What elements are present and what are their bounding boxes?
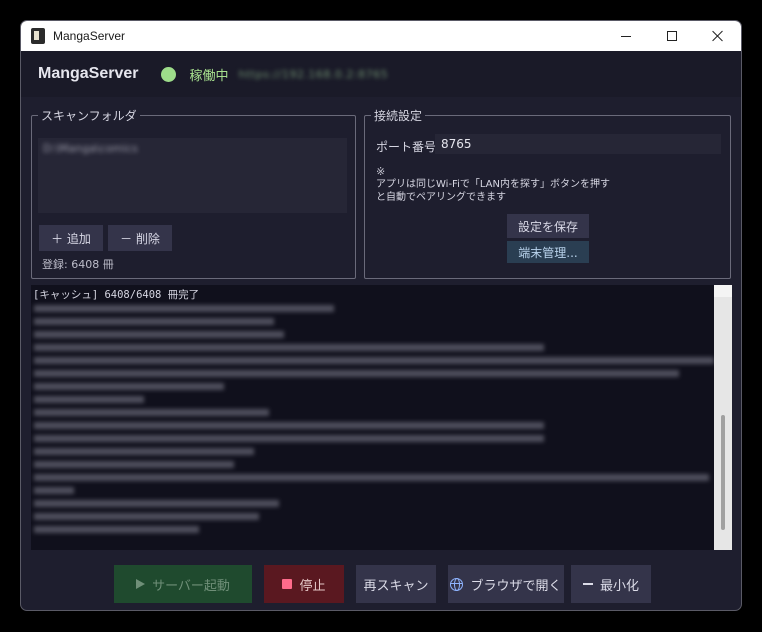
scan-folder-group: スキャンフォルダ D:\Manga\comics ＋ 追加 － 削除 登録: 6… <box>31 107 356 279</box>
stop-label: 停止 <box>299 578 326 594</box>
title-bar: MangaServer <box>21 21 741 51</box>
server-url[interactable]: https://192.168.0.2:8765 <box>239 68 389 81</box>
open-browser-label: ブラウザで開く <box>470 578 562 594</box>
dash-icon <box>582 583 593 585</box>
device-management-button[interactable]: 端末管理... <box>507 241 589 263</box>
log-line <box>34 513 259 520</box>
minimize-app-button[interactable]: 最小化 <box>571 565 651 603</box>
status-indicator-icon <box>160 66 176 82</box>
rescan-button[interactable]: 再スキャン <box>356 565 436 603</box>
minimize-app-label: 最小化 <box>599 578 639 594</box>
folder-list[interactable]: D:\Manga\comics <box>38 138 347 213</box>
log-line-cache: [キャッシュ] 6408/6408 冊完了 <box>33 289 200 301</box>
scroll-up-arrow[interactable] <box>714 285 732 297</box>
log-line <box>34 435 544 442</box>
app-title: MangaServer <box>38 65 139 82</box>
save-settings-button[interactable]: 設定を保存 <box>507 214 589 238</box>
maximize-icon <box>667 31 677 41</box>
log-line <box>34 500 279 507</box>
log-line <box>34 305 334 312</box>
close-icon <box>712 30 724 42</box>
app-window: MangaServer MangaServer 稼働中 https://192.… <box>20 20 742 611</box>
stop-icon <box>282 579 293 589</box>
start-server-label: サーバー起動 <box>152 578 230 594</box>
log-line <box>34 396 144 403</box>
log-line <box>34 383 224 390</box>
log-panel[interactable]: [キャッシュ] 6408/6408 冊完了 <box>31 285 732 550</box>
log-line <box>34 370 679 377</box>
add-folder-button[interactable]: ＋ 追加 <box>39 225 103 251</box>
start-server-button[interactable]: サーバー起動 <box>114 565 252 603</box>
header: MangaServer 稼働中 https://192.168.0.2:8765 <box>21 51 741 97</box>
port-input[interactable]: 8765 <box>435 134 721 154</box>
window-title: MangaServer <box>53 29 126 43</box>
log-line <box>34 318 274 325</box>
note-mark: ※ <box>376 165 386 178</box>
log-line <box>34 448 254 455</box>
scroll-thumb[interactable] <box>721 415 725 530</box>
open-browser-button[interactable]: ブラウザで開く <box>448 565 564 603</box>
log-line <box>34 461 234 468</box>
log-line <box>34 487 74 494</box>
log-scrollbar[interactable] <box>714 285 732 550</box>
log-line <box>34 344 544 351</box>
maximize-window-button[interactable] <box>649 21 695 51</box>
play-icon <box>136 579 146 589</box>
minimize-icon <box>621 35 631 37</box>
port-label: ポート番号 <box>376 140 437 154</box>
log-line <box>34 474 709 481</box>
minimize-window-button[interactable] <box>603 21 649 51</box>
pairing-note: アプリは同じWi-Fiで「LAN内を探す」ボタンを押すと自動でペアリングできます <box>376 179 610 203</box>
stop-button[interactable]: 停止 <box>264 565 344 603</box>
log-line <box>34 357 714 364</box>
rescan-label: 再スキャン <box>363 578 429 594</box>
log-line <box>34 331 284 338</box>
close-window-button[interactable] <box>695 21 741 51</box>
window-controls <box>603 21 741 51</box>
delete-folder-button[interactable]: － 削除 <box>108 225 172 251</box>
status-text: 稼働中 <box>189 68 229 84</box>
registered-count: 登録: 6408 冊 <box>42 258 114 271</box>
connection-settings-legend: 接続設定 <box>371 107 426 124</box>
globe-icon <box>450 577 464 591</box>
connection-settings-group: 接続設定 ポート番号 8765 ※ アプリは同じWi-Fiで「LAN内を探す」ボ… <box>364 107 731 279</box>
log-line <box>34 422 544 429</box>
folder-list-item[interactable]: D:\Manga\comics <box>43 142 138 155</box>
manga-app-icon <box>31 28 45 44</box>
scan-folder-legend: スキャンフォルダ <box>38 107 140 124</box>
log-line <box>34 526 199 533</box>
log-line <box>34 409 269 416</box>
